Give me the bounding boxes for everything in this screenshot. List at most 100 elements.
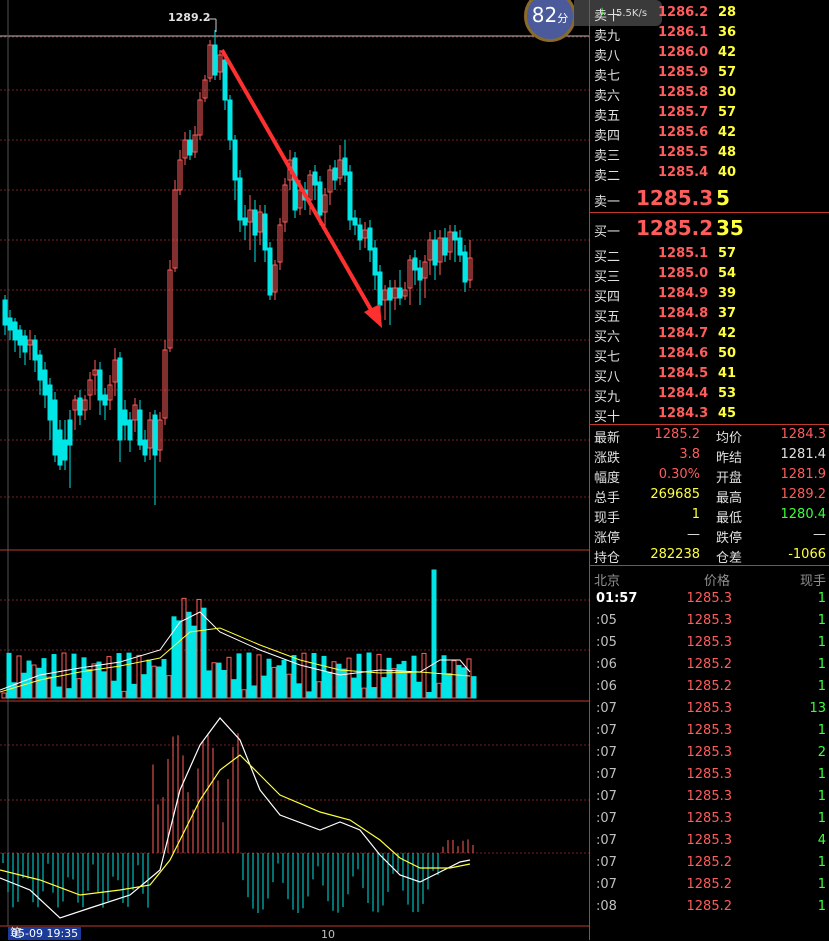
orderbook-row[interactable]: 买六 1284.7 42 (590, 324, 829, 345)
stats-v2: 1280.4 (780, 507, 827, 522)
orderbook-row[interactable]: 买十 1284.3 45 (590, 404, 829, 425)
volume-bar (111, 680, 117, 699)
orderbook-row[interactable]: 卖九 1286.1 36 (590, 23, 829, 44)
orderbook-row[interactable]: 买一 1285.2 35 (590, 215, 829, 245)
orderbook-label: 卖五 (594, 109, 621, 124)
candle-body (312, 171, 318, 186)
tick-row: 01:57 1285.3 1 (590, 588, 829, 610)
volume-bar (151, 665, 157, 699)
orderbook-row[interactable]: 买七 1284.6 50 (590, 344, 829, 365)
candle-body (52, 399, 58, 456)
orderbook-row[interactable]: 买九 1284.4 53 (590, 384, 829, 405)
volume-bar (361, 687, 367, 699)
volume-bar (156, 666, 162, 699)
volume-bar (341, 668, 347, 699)
tick-price: 1285.2 (686, 899, 733, 914)
orderbook-row[interactable]: 买四 1284.9 39 (590, 284, 829, 305)
orderbook-row[interactable]: 买三 1285.0 54 (590, 264, 829, 285)
tick-time: :07 (596, 877, 617, 892)
tick-price: 1285.3 (686, 745, 733, 760)
volume-bar (211, 662, 217, 699)
candle-body (152, 414, 158, 456)
volume-bar (411, 655, 417, 699)
candle-body (252, 209, 258, 236)
tick-vol: 1 (817, 591, 826, 606)
candle-body (37, 354, 43, 381)
orderbook-row[interactable]: 卖五 1285.7 57 (590, 103, 829, 124)
candle-body (347, 171, 353, 221)
stats-l1: 幅度 (594, 471, 621, 486)
tick-price: 1285.3 (686, 591, 733, 606)
stats-l2: 跌停 (716, 531, 743, 546)
orderbook-price: 1285.6 (658, 125, 709, 140)
kline-chart-area[interactable]: 1289.2 05-09 19:35 10 笔 (0, 0, 589, 941)
stats-row: 最新 1285.2 均价 1284.3 (590, 425, 829, 446)
volume-bar (381, 677, 387, 699)
stats-v2: 1289.2 (780, 487, 827, 502)
volume-bar (301, 652, 307, 699)
candle-body (12, 321, 18, 341)
orderbook-row[interactable]: 买八 1284.5 41 (590, 364, 829, 385)
score-unit: 分 (557, 12, 569, 25)
volume-bar (106, 656, 112, 699)
orderbook-row[interactable]: 买五 1284.8 37 (590, 304, 829, 325)
orderbook-row[interactable]: 卖八 1286.0 42 (590, 43, 829, 64)
volume-bar (16, 655, 22, 699)
kline-chart[interactable] (0, 0, 589, 940)
stats-v2: 1281.9 (780, 467, 827, 482)
tick-price: 1285.3 (686, 701, 733, 716)
ticks-divider (590, 565, 829, 566)
orderbook-row[interactable]: 买二 1285.1 57 (590, 244, 829, 265)
candle-body (142, 439, 148, 456)
orderbook-row[interactable]: 卖七 1285.9 57 (590, 63, 829, 84)
orderbook-label: 买六 (594, 330, 621, 345)
candle-body (342, 157, 348, 176)
tick-price: 1285.2 (686, 855, 733, 870)
orderbook-label: 卖一 (594, 195, 621, 210)
candle-body (67, 419, 73, 446)
tick-tab-button[interactable]: 笔 (10, 924, 22, 941)
volume-bar (346, 657, 352, 699)
tick-time: :06 (596, 679, 617, 694)
candle-body (357, 224, 363, 241)
orderbook-row[interactable]: 卖二 1285.4 40 (590, 163, 829, 184)
volume-bar (81, 657, 87, 699)
stats-row: 现手 1 最低 1280.4 (590, 505, 829, 526)
tick-row: :06 1285.2 1 (590, 676, 829, 698)
stats-l1: 持仓 (594, 551, 621, 566)
orderbook-row[interactable]: 卖三 1285.5 48 (590, 143, 829, 164)
volume-bar (221, 669, 227, 699)
ticks-header-price: 价格 (704, 574, 731, 589)
candle-body (242, 217, 248, 226)
volume-bar (451, 660, 457, 699)
orderbook-row[interactable]: 卖一 1285.3 5 (590, 185, 829, 215)
candle-body (22, 335, 28, 353)
stats-v1: 3.8 (679, 447, 700, 462)
macd-dif-line (0, 717, 471, 919)
candle-body (47, 384, 53, 421)
orderbook-qty: 39 (718, 286, 737, 301)
candle-body (17, 329, 23, 346)
orderbook-price: 1285.4 (658, 165, 709, 180)
quote-panel: 卖十 1286.2 28 卖九 1286.1 36 卖八 1286.0 42 卖七 1285.9 57… (589, 0, 829, 940)
annotation-arrow-head (364, 304, 382, 328)
volume-bar (216, 662, 222, 699)
orderbook-qty: 28 (718, 5, 737, 20)
volume-bar (46, 676, 52, 699)
orderbook-qty: 36 (718, 25, 737, 40)
volume-bar (386, 657, 392, 699)
orderbook-row[interactable]: 卖六 1285.8 30 (590, 83, 829, 104)
volume-bar (246, 652, 252, 699)
tick-row: :07 1285.3 1 (590, 720, 829, 742)
orderbook-label: 卖三 (594, 149, 621, 164)
tick-time: :07 (596, 767, 617, 782)
stats-row: 持仓 282238 仓差 -1066 (590, 545, 829, 566)
orderbook-price: 1285.8 (658, 85, 709, 100)
volume-bar (86, 669, 92, 699)
orderbook-row[interactable]: 卖四 1285.6 42 (590, 123, 829, 144)
volume-bar (401, 660, 407, 699)
candle-body (117, 357, 123, 441)
volume-bar (141, 674, 147, 699)
volume-bar (426, 691, 432, 699)
orderbook-row[interactable]: 卖十 1286.2 28 (590, 3, 829, 24)
